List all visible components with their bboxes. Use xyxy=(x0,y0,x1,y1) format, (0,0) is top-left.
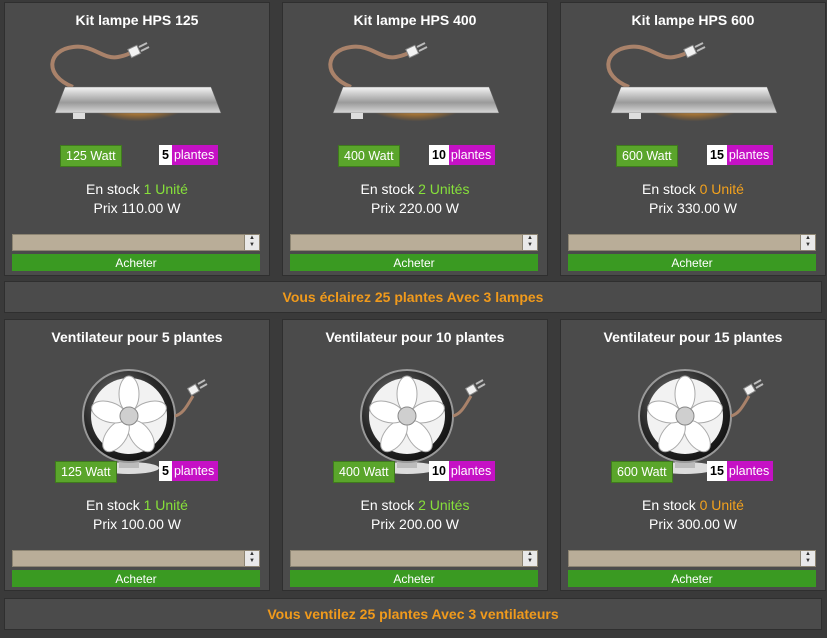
stock-prefix: En stock xyxy=(360,497,415,513)
quantity-input[interactable]: ▲ ▼ xyxy=(290,234,538,251)
plants-label: plantes xyxy=(448,145,496,165)
quantity-input[interactable]: ▲ ▼ xyxy=(568,234,816,251)
stock-prefix: En stock xyxy=(360,181,415,197)
fan-icon xyxy=(638,369,764,474)
stock-prefix: En stock xyxy=(642,181,696,197)
stock-units: 2 Unités xyxy=(418,497,470,513)
plants-badge: 10 plantes xyxy=(429,145,496,165)
plants-badge: 5 plantes xyxy=(159,461,219,481)
watt-badge: 600 Watt xyxy=(616,145,678,167)
lamp-summary: Vous éclairez 25 plantes Avec 3 lampes xyxy=(4,281,822,313)
fan-icon xyxy=(360,369,486,474)
price-text: Prix 110.00 W xyxy=(93,200,181,216)
buy-button[interactable]: Acheter xyxy=(568,570,816,587)
fan-summary: Vous ventilez 25 plantes Avec 3 ventilat… xyxy=(4,598,822,630)
buy-button[interactable]: Acheter xyxy=(12,570,260,587)
price-text: Prix 220.00 W xyxy=(371,200,459,216)
plants-count: 15 xyxy=(707,145,727,165)
plants-count: 5 xyxy=(159,145,172,165)
product-title: Ventilateur pour 15 plantes xyxy=(603,329,783,345)
plants-label: plantes xyxy=(726,145,774,165)
spinner-arrows-icon[interactable]: ▲ ▼ xyxy=(244,235,259,250)
watt-badge: 400 Watt xyxy=(338,145,400,167)
product-card-lamp-125: Kit lampe HPS 125 125 Watt 5 plantes En … xyxy=(4,2,270,276)
hps-lamp-icon xyxy=(328,42,500,135)
price-text: Prix 200.00 W xyxy=(371,516,459,532)
spinner-arrows-icon[interactable]: ▲ ▼ xyxy=(522,551,537,566)
stock-line: En stock 2 Unités xyxy=(283,497,547,513)
watt-badge: 400 Watt xyxy=(333,461,395,483)
price-text: Prix 330.00 W xyxy=(649,200,737,216)
plants-count: 15 xyxy=(707,461,727,481)
plants-label: plantes xyxy=(726,461,774,481)
stock-line: En stock 0 Unité xyxy=(561,497,825,513)
plants-badge: 15 plantes xyxy=(707,145,774,165)
product-card-fan-10: Ventilateur pour 10 plantes 400 Watt 10 … xyxy=(282,319,548,591)
stock-units: 1 Unité xyxy=(143,497,188,513)
plants-label: plantes xyxy=(171,461,219,481)
product-title: Ventilateur pour 5 plantes xyxy=(51,329,223,345)
stock-line: En stock 1 Unité xyxy=(5,181,269,197)
quantity-input[interactable]: ▲ ▼ xyxy=(568,550,816,567)
stock-units: 0 Unité xyxy=(699,181,744,197)
product-title: Kit lampe HPS 600 xyxy=(631,12,755,28)
product-title: Ventilateur pour 10 plantes xyxy=(325,329,505,345)
plants-count: 5 xyxy=(159,461,172,481)
price-text: Prix 100.00 W xyxy=(93,516,181,532)
product-card-lamp-600: Kit lampe HPS 600 600 Watt 15 plantes En… xyxy=(560,2,826,276)
hps-lamp-icon xyxy=(606,42,778,135)
stock-units: 0 Unité xyxy=(699,497,744,513)
buy-button[interactable]: Acheter xyxy=(290,570,538,587)
product-card-lamp-400: Kit lampe HPS 400 400 Watt 10 plantes En… xyxy=(282,2,548,276)
spinner-arrows-icon[interactable]: ▲ ▼ xyxy=(800,235,815,250)
spinner-arrows-icon[interactable]: ▲ ▼ xyxy=(522,235,537,250)
stock-line: En stock 0 Unité xyxy=(561,181,825,197)
product-title: Kit lampe HPS 125 xyxy=(75,12,199,28)
quantity-input[interactable]: ▲ ▼ xyxy=(12,550,260,567)
stock-units: 1 Unité xyxy=(143,181,188,197)
plants-label: plantes xyxy=(448,461,496,481)
stock-line: En stock 2 Unités xyxy=(283,181,547,197)
stock-units: 2 Unités xyxy=(418,181,470,197)
buy-button[interactable]: Acheter xyxy=(568,254,816,271)
watt-badge: 125 Watt xyxy=(60,145,122,167)
stock-line: En stock 1 Unité xyxy=(5,497,269,513)
plants-count: 10 xyxy=(429,145,449,165)
spinner-arrows-icon[interactable]: ▲ ▼ xyxy=(244,551,259,566)
plants-label: plantes xyxy=(171,145,219,165)
plants-count: 10 xyxy=(429,461,449,481)
buy-button[interactable]: Acheter xyxy=(12,254,260,271)
spinner-arrows-icon[interactable]: ▲ ▼ xyxy=(800,551,815,566)
quantity-input[interactable]: ▲ ▼ xyxy=(290,550,538,567)
product-card-fan-5: Ventilateur pour 5 plantes 125 Watt 5 pl… xyxy=(4,319,270,591)
stock-prefix: En stock xyxy=(86,497,140,513)
plants-badge: 15 plantes xyxy=(707,461,774,481)
product-card-fan-15: Ventilateur pour 15 plantes 600 Watt 15 … xyxy=(560,319,826,591)
plants-badge: 5 plantes xyxy=(159,145,219,165)
watt-badge: 600 Watt xyxy=(611,461,673,483)
plants-badge: 10 plantes xyxy=(429,461,496,481)
watt-badge: 125 Watt xyxy=(55,461,117,483)
fan-icon xyxy=(82,369,208,474)
price-text: Prix 300.00 W xyxy=(649,516,737,532)
buy-button[interactable]: Acheter xyxy=(290,254,538,271)
product-title: Kit lampe HPS 400 xyxy=(353,12,477,28)
quantity-input[interactable]: ▲ ▼ xyxy=(12,234,260,251)
stock-prefix: En stock xyxy=(642,497,696,513)
hps-lamp-icon xyxy=(50,42,222,135)
stock-prefix: En stock xyxy=(86,181,140,197)
